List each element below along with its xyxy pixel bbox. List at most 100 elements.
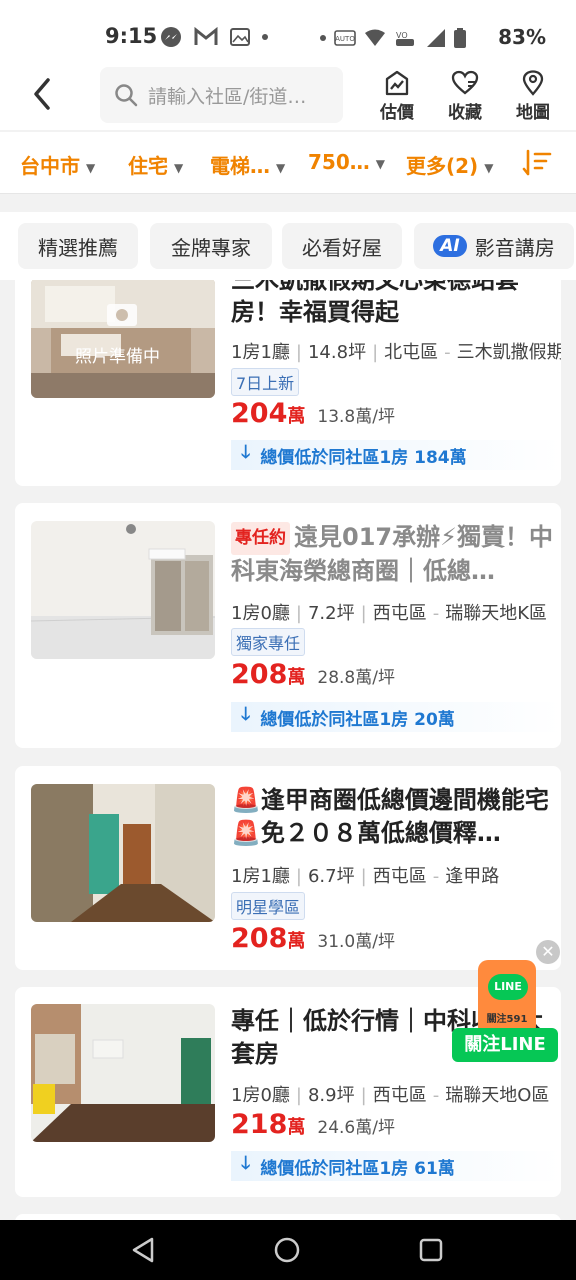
- price-value: 204: [231, 398, 288, 429]
- chevron-down-icon: ▼: [375, 156, 385, 171]
- listing-card-1[interactable]: 照片準備中 三木凱撒假期文心榮德站套 房！幸福買得起 1房1廳 | 14.8坪 | 北屯…: [15, 280, 561, 486]
- app-header: 請輸入社區/街道… 估價 收藏 地圖: [0, 62, 576, 130]
- heart-icon: [451, 70, 479, 95]
- wifi-icon: [365, 29, 385, 46]
- price-per-ping: 31.0萬/坪: [317, 932, 395, 952]
- search-placeholder: 請輸入社區/街道…: [148, 85, 307, 108]
- price-per-ping: 24.6萬/坪: [317, 1118, 395, 1138]
- messenger-icon: [161, 27, 181, 47]
- listing-photo-4: [31, 1004, 215, 1142]
- dot-icon: [320, 35, 326, 41]
- listing-price-3: 208萬 31.0萬/坪: [231, 923, 395, 954]
- line-follow-widget[interactable]: LINE 關注591 關注LINE: [452, 960, 558, 1062]
- size: 14.8坪: [307, 342, 367, 363]
- tab-must-see-label: 必看好屋: [302, 235, 382, 260]
- filter-type[interactable]: 住宅 ▼: [128, 150, 183, 179]
- chevron-down-icon: ▼: [86, 160, 96, 175]
- listing-price-4: 218萬 24.6萬/坪: [231, 1109, 395, 1140]
- nav-back-icon[interactable]: [130, 1236, 156, 1264]
- district: 北屯區: [384, 342, 439, 363]
- map-button[interactable]: 地圖: [508, 70, 558, 123]
- price-per-ping: 28.8萬/坪: [317, 668, 395, 688]
- size: 7.2坪: [307, 603, 355, 624]
- listing-tag-3: 明星學區: [231, 892, 306, 920]
- category-tabs: 精選推薦 金牌專家 必看好屋 AI 影音講房: [0, 212, 576, 280]
- community: 瑞聯天地K區: [445, 603, 548, 624]
- listing-meta-3: 1房1廳 | 6.7坪 | 西屯區 - 逢甲路: [231, 866, 500, 887]
- status-bar: 9:15 AUTO VO 83%: [0, 0, 576, 70]
- search-icon: [115, 84, 138, 107]
- exclusive-badge: 專任約: [231, 521, 290, 555]
- filter-city[interactable]: 台中市 ▼: [20, 150, 95, 179]
- price-per-ping: 13.8萬/坪: [317, 407, 395, 427]
- arrow-down-icon: 🡓: [241, 1153, 251, 1174]
- search-input[interactable]: 請輸入社區/街道…: [100, 67, 343, 123]
- filter-price-label: 750…: [308, 150, 370, 174]
- rooms: 1房0廳: [231, 603, 290, 624]
- back-arrow-icon[interactable]: [28, 76, 58, 112]
- community: 瑞聯天地O區: [445, 1085, 550, 1106]
- sort-icon[interactable]: [522, 148, 552, 178]
- volte-icon: VO: [396, 31, 414, 46]
- filter-price[interactable]: 750… ▼: [308, 150, 385, 174]
- size: 6.7坪: [307, 866, 355, 887]
- listing-title-1: 房！幸福買得起: [231, 298, 399, 326]
- valuation-chart-icon: [385, 70, 409, 96]
- listing-title-3: 🚨逢甲商圈低總價邊間機能宅🚨免２０８萬低總價釋…: [231, 786, 549, 847]
- rooms: 1房1廳: [231, 342, 290, 363]
- valuation-button[interactable]: 估價: [372, 70, 422, 123]
- nav-recents-icon[interactable]: [418, 1237, 444, 1263]
- tab-must-see[interactable]: 必看好屋: [282, 223, 402, 269]
- chevron-down-icon: ▼: [276, 160, 286, 175]
- banner-text: 總價低於同社區1房 184萬: [260, 447, 467, 468]
- notification-icons: [160, 26, 268, 48]
- price-value: 208: [231, 923, 288, 954]
- tab-gold-expert[interactable]: 金牌專家: [150, 223, 272, 269]
- valuation-label: 估價: [380, 103, 414, 123]
- price-unit: 萬: [287, 1117, 306, 1138]
- tab-video[interactable]: AI 影音講房: [414, 223, 574, 269]
- filter-more-label: 更多(2): [406, 154, 479, 178]
- price-value: 218: [231, 1109, 288, 1140]
- price-unit: 萬: [287, 667, 306, 688]
- arrow-down-icon: 🡓: [241, 442, 251, 463]
- bedroom-photo: [31, 280, 215, 398]
- svg-text:AUTO: AUTO: [335, 35, 355, 43]
- price-compare-banner-4: 🡓 總價低於同社區1房 61萬: [231, 1151, 561, 1181]
- price-value: 208: [231, 659, 288, 690]
- status-time: 9:15: [105, 24, 158, 48]
- listing-card-3[interactable]: 🚨逢甲商圈低總價邊間機能宅🚨免２０８萬低總價釋… 1房1廳 | 6.7坪 | 西屯區 - 逢…: [15, 766, 561, 970]
- district: 西屯區: [372, 1085, 427, 1106]
- room-photo: [31, 521, 215, 659]
- listing-card-2[interactable]: 專任約 遠見017承辦⚡獨賣！中科東海榮總商圈｜低總… 1房0廳 | 7.2坪 | 西屯區…: [15, 503, 561, 748]
- tab-video-label: 影音講房: [474, 235, 555, 260]
- listing-meta-2: 1房0廳 | 7.2坪 | 西屯區 - 瑞聯天地K區: [231, 603, 548, 624]
- more-notifications-dot: [262, 34, 268, 40]
- district: 西屯區: [372, 603, 427, 624]
- listing-title-partial-1: 三木凱撒假期文心榮德站套: [231, 280, 519, 294]
- filter-type-label: 住宅: [128, 154, 168, 178]
- listing-photo-2: [31, 521, 215, 659]
- map-label: 地圖: [516, 103, 550, 123]
- filter-building[interactable]: 電梯… ▼: [210, 150, 285, 179]
- filter-more[interactable]: 更多(2) ▼: [406, 150, 493, 179]
- battery-percent: 83%: [498, 25, 546, 49]
- line-bubble-icon: LINE: [488, 974, 528, 1000]
- nav-home-icon[interactable]: [273, 1236, 301, 1264]
- community: 三木凱撒假期: [456, 342, 561, 363]
- favorites-button[interactable]: 收藏: [440, 70, 490, 123]
- listing-tag-2: 獨家專任: [231, 628, 306, 656]
- banner-text: 總價低於同社區1房 20萬: [260, 709, 455, 730]
- auto-icon: AUTO: [334, 30, 356, 46]
- follow-line-button[interactable]: 關注LINE: [452, 1028, 558, 1062]
- community: 逢甲路: [445, 866, 500, 887]
- district: 西屯區: [372, 866, 427, 887]
- rooms: 1房1廳: [231, 866, 290, 887]
- battery-icon: [454, 28, 466, 48]
- tab-featured[interactable]: 精選推薦: [18, 223, 138, 269]
- arrow-down-icon: 🡓: [241, 704, 251, 725]
- tab-gold-expert-label: 金牌專家: [171, 235, 251, 260]
- tab-featured-label: 精選推薦: [38, 235, 118, 260]
- listing-meta-1: 1房1廳 | 14.8坪 | 北屯區 - 三木凱撒假期: [231, 338, 561, 364]
- suite-photo: [31, 1004, 215, 1142]
